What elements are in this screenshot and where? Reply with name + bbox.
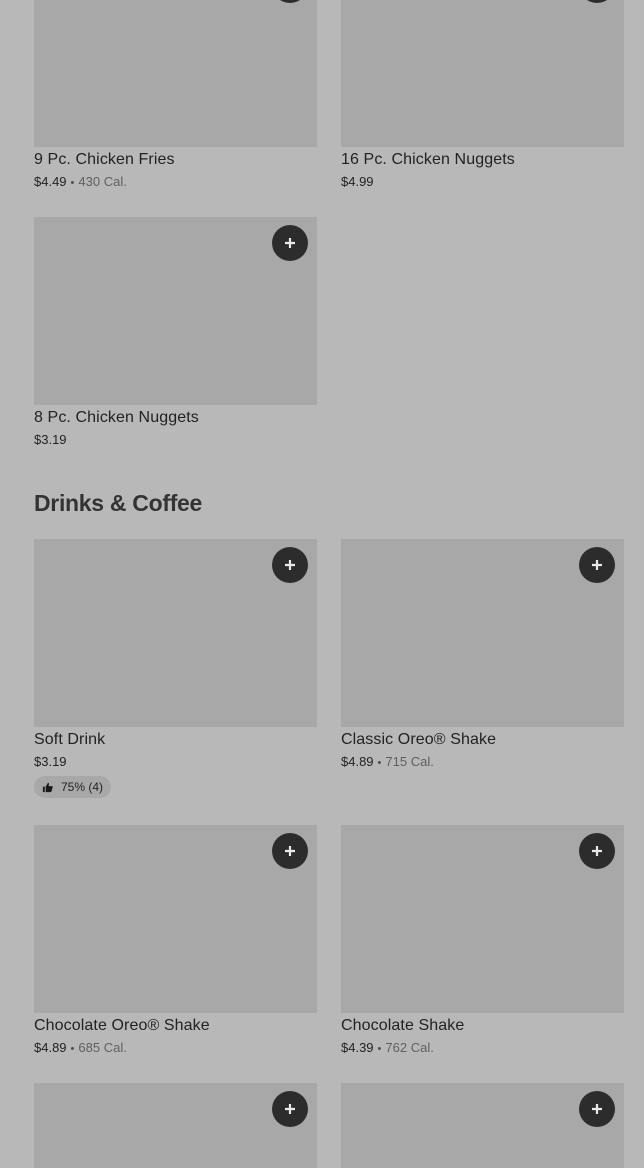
rating-badge: 75% (4): [34, 776, 112, 798]
item-price: $4.99: [341, 174, 374, 189]
item-name: 8 Pc. Chicken Nuggets: [34, 409, 199, 426]
menu-item-card[interactable]: Classic Oreo® Shake $4.89 • 715 Cal.: [341, 539, 624, 770]
add-to-cart-button[interactable]: [272, 1091, 308, 1127]
menu-item-card[interactable]: Chocolate Shake $4.39 • 762 Cal.: [341, 825, 624, 1056]
meta-separator: •: [377, 1043, 382, 1055]
item-meta: $4.49 • 430 Cal.: [34, 175, 317, 190]
item-meta: $3.19: [34, 433, 317, 447]
item-name: Chocolate Oreo® Shake: [34, 1017, 210, 1034]
item-name: Classic Oreo® Shake: [341, 731, 497, 748]
item-image[interactable]: [34, 539, 317, 727]
item-price: $4.89: [34, 1040, 67, 1055]
item-calories: 430 Cal.: [78, 174, 127, 189]
menu-item-card[interactable]: 16 Pc. Chicken Nuggets $4.99: [341, 0, 624, 189]
item-price: $3.19: [34, 754, 67, 769]
item-name: Soft Drink: [34, 731, 106, 748]
add-to-cart-button[interactable]: [579, 0, 615, 3]
menu-item-card[interactable]: [34, 1083, 317, 1168]
menu-item-card[interactable]: 8 Pc. Chicken Nuggets $3.19: [34, 217, 317, 447]
add-to-cart-button[interactable]: [272, 225, 308, 261]
item-name: 16 Pc. Chicken Nuggets: [341, 151, 515, 168]
add-to-cart-button[interactable]: [579, 833, 615, 869]
item-calories: 715 Cal.: [385, 754, 434, 769]
item-image[interactable]: [341, 539, 624, 727]
plus-icon: [592, 1104, 602, 1114]
item-image[interactable]: [34, 0, 317, 147]
item-name: 9 Pc. Chicken Fries: [34, 151, 175, 168]
add-to-cart-button[interactable]: [272, 547, 308, 583]
menu-item-card[interactable]: [341, 1083, 624, 1168]
add-to-cart-button[interactable]: [579, 547, 615, 583]
add-to-cart-button[interactable]: [272, 0, 308, 3]
item-name: Chocolate Shake: [341, 1017, 465, 1034]
item-calories: 685 Cal.: [78, 1040, 127, 1055]
plus-icon: [592, 846, 602, 856]
plus-icon: [285, 238, 295, 248]
menu-item-card[interactable]: Chocolate Oreo® Shake $4.89 • 685 Cal.: [34, 825, 317, 1056]
item-meta: $4.89 • 715 Cal.: [341, 755, 624, 770]
item-image[interactable]: [341, 825, 624, 1013]
item-meta: $4.99: [341, 175, 624, 189]
item-image[interactable]: [341, 1083, 624, 1168]
plus-icon: [592, 560, 602, 570]
meta-separator: •: [70, 1043, 75, 1055]
add-to-cart-button[interactable]: [579, 1091, 615, 1127]
add-to-cart-button[interactable]: [272, 833, 308, 869]
rating-text: 75% (4): [61, 780, 104, 794]
item-image[interactable]: [341, 0, 624, 147]
item-meta: $4.39 • 762 Cal.: [341, 1041, 624, 1056]
meta-separator: •: [70, 177, 75, 189]
plus-icon: [285, 560, 295, 570]
item-price: $4.39: [341, 1040, 374, 1055]
plus-icon: [285, 846, 295, 856]
section-title: Drinks & Coffee: [34, 490, 203, 516]
menu-item-card[interactable]: Soft Drink $3.19 75% (4): [34, 539, 317, 798]
meta-separator: •: [377, 757, 382, 769]
item-image[interactable]: [34, 825, 317, 1013]
item-meta: $4.89 • 685 Cal.: [34, 1041, 317, 1056]
item-meta: $3.19: [34, 755, 317, 769]
item-image[interactable]: [34, 1083, 317, 1168]
item-calories: 762 Cal.: [385, 1040, 434, 1055]
thumbs-up-icon: [42, 782, 53, 792]
item-price: $3.19: [34, 432, 67, 447]
item-image[interactable]: [34, 217, 317, 405]
plus-icon: [285, 1104, 295, 1114]
item-price: $4.49: [34, 174, 67, 189]
menu-item-card[interactable]: 9 Pc. Chicken Fries $4.49 • 430 Cal.: [34, 0, 317, 190]
item-price: $4.89: [341, 754, 374, 769]
